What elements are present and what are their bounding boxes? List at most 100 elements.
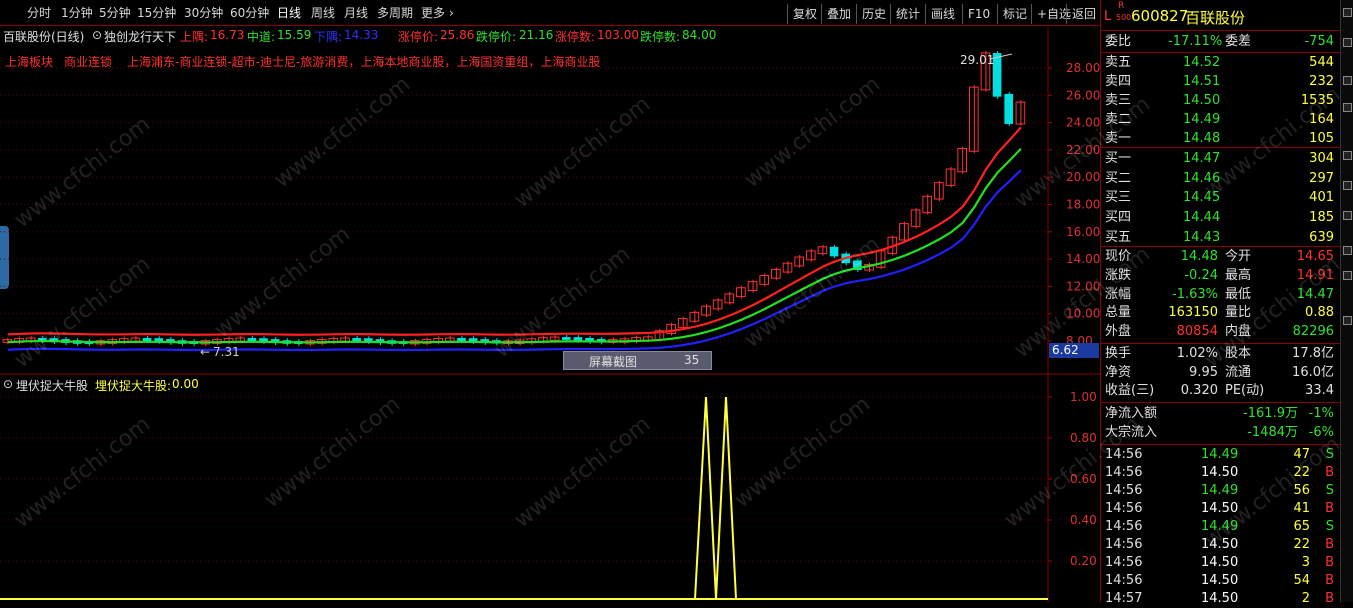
candle-body	[142, 338, 152, 341]
draw-button[interactable]: 画线	[925, 4, 955, 24]
panel-icon-3[interactable]	[1343, 76, 1352, 85]
overlay-button[interactable]: 叠加	[821, 4, 851, 24]
tab-multi-period[interactable]: 多周期	[377, 0, 413, 26]
candle-body	[352, 338, 361, 341]
tick-side: B	[1325, 555, 1334, 570]
tick-row: 14:56 14.50 3 B	[1105, 554, 1338, 572]
sub-indicator-value-label: 埋伏捉大牛股:	[95, 379, 172, 393]
tab-5min[interactable]: 5分钟	[99, 0, 131, 26]
tick-volume: 41	[1293, 501, 1310, 516]
bid-price: 14.47	[1183, 151, 1221, 166]
tick-time: 14:57	[1105, 591, 1143, 606]
stock-name: 百联股份	[1185, 9, 1246, 27]
concept-list: 上海浦东-商业连锁-超市-迪士尼-旅游消费，上海本地商业股，上海国资重组，上海商…	[127, 55, 601, 69]
indicator-name: 独创龙行天下	[104, 30, 177, 44]
tab-15min[interactable]: 15分钟	[137, 0, 176, 26]
candle-body	[712, 299, 723, 310]
candle-body	[561, 337, 571, 340]
tab-fenshi[interactable]: 分时	[27, 0, 51, 26]
panel-icon-8[interactable]	[1343, 246, 1352, 255]
tab-30min[interactable]: 30分钟	[184, 0, 223, 26]
more-chevron-icon[interactable]: ›	[449, 0, 454, 26]
bid-price: 14.44	[1183, 210, 1221, 226]
weicha-label: 委差	[1225, 34, 1252, 49]
tick-price: 14.50	[1201, 465, 1239, 480]
stats-button[interactable]: 统计	[890, 4, 920, 24]
sub-indicator-value: 0.00	[172, 377, 199, 391]
panel-icon-5[interactable]	[1343, 151, 1352, 160]
webi-label: 委比	[1105, 34, 1132, 49]
stat-label-right: 最高	[1225, 267, 1252, 283]
tick-side: B	[1325, 465, 1334, 480]
low-price-arrow-icon: ←	[200, 345, 211, 359]
bid-volume: 185	[1309, 210, 1334, 226]
mark-button[interactable]: 标记	[997, 4, 1027, 24]
current-axis-marker: 6.62	[1049, 343, 1099, 358]
tick-time: 14:56	[1105, 483, 1143, 498]
fund-label-right: 流通	[1225, 364, 1252, 380]
history-button[interactable]: 历史	[856, 4, 886, 24]
panel-icon-1[interactable]	[1343, 8, 1352, 17]
tick-side: S	[1325, 519, 1334, 534]
ask-price: 14.52	[1183, 55, 1221, 70]
limit-up-price-label: 涨停价:	[398, 30, 439, 44]
low-price-mark: 7.31	[213, 345, 240, 359]
side-scrollbar[interactable]	[1340, 0, 1353, 602]
sub-y-tick-label: 1.00	[1070, 390, 1097, 404]
tab-monthly[interactable]: 月线	[344, 0, 368, 26]
panel-icon-6[interactable]	[1343, 181, 1352, 190]
tab-1min[interactable]: 1分钟	[61, 0, 93, 26]
candle-body	[794, 256, 804, 267]
panel-icon-10[interactable]	[1343, 316, 1352, 325]
stat-value-left: -0.24	[1184, 267, 1218, 283]
screenshot-tooltip[interactable]: 屏幕截图 35	[563, 351, 712, 370]
tick-time: 14:56	[1105, 555, 1143, 570]
sub-indicator-collapse-icon[interactable]: ⊙	[3, 377, 13, 391]
fund-label-left: 换手	[1105, 346, 1132, 361]
panel-icon-4[interactable]	[1343, 103, 1352, 112]
sector-label: 上海板块	[5, 55, 54, 69]
tick-side: B	[1325, 591, 1334, 606]
sub-y-tick-label: 0.40	[1070, 513, 1097, 527]
screenshot-tooltip-label: 屏幕截图	[589, 355, 638, 369]
fund-value-left: 0.320	[1180, 383, 1218, 398]
tab-weekly[interactable]: 周线	[311, 0, 335, 26]
market-mark: L	[1104, 9, 1112, 24]
candle-body	[573, 337, 583, 341]
lower-label: 下隅:	[314, 30, 343, 44]
y-tick-label: 14.00	[1066, 252, 1100, 266]
adjust-button[interactable]: 复权	[787, 4, 817, 24]
panel-icon-2[interactable]	[1343, 38, 1352, 47]
tick-time: 14:56	[1105, 501, 1143, 516]
back-button[interactable]: 返回	[1066, 4, 1096, 24]
tab-60min[interactable]: 60分钟	[230, 0, 269, 26]
tick-row: 14:56 14.49 56 S	[1105, 482, 1338, 500]
candle-body	[1004, 93, 1014, 124]
panel-icon-9[interactable]	[1343, 271, 1352, 280]
panel-icon-7[interactable]	[1343, 211, 1352, 220]
tab-more[interactable]: 更多	[421, 0, 445, 26]
ask-label: 卖四	[1105, 74, 1132, 89]
flow-value: -161.9万	[1243, 406, 1298, 421]
limit-down-price: 21.16	[519, 28, 554, 42]
tick-volume: 22	[1293, 537, 1310, 552]
bid-volume: 401	[1309, 190, 1334, 206]
ask-volume: 105	[1309, 131, 1334, 146]
stock-period-label: 百联股份(日线)	[3, 30, 85, 44]
candle-body	[957, 148, 967, 173]
indicator-collapse-icon[interactable]: ⊙	[92, 28, 102, 42]
tab-daily[interactable]: 日线	[277, 0, 301, 26]
bid-volume: 297	[1309, 170, 1334, 186]
f10-button[interactable]: F10	[962, 4, 990, 24]
candle-body	[247, 338, 257, 341]
y-tick-label: 26.00	[1066, 88, 1100, 102]
bid-volume: 304	[1309, 151, 1334, 166]
screenshot-count: 35	[684, 353, 700, 367]
bid-label: 买二	[1105, 170, 1132, 186]
tick-time: 14:56	[1105, 573, 1143, 588]
high-price-mark: 29.01	[960, 53, 995, 67]
limit-up-price: 25.86	[440, 28, 475, 42]
fund-value-right: 16.0亿	[1292, 364, 1334, 380]
tick-time: 14:56	[1105, 519, 1143, 534]
tick-price: 14.50	[1201, 573, 1239, 588]
